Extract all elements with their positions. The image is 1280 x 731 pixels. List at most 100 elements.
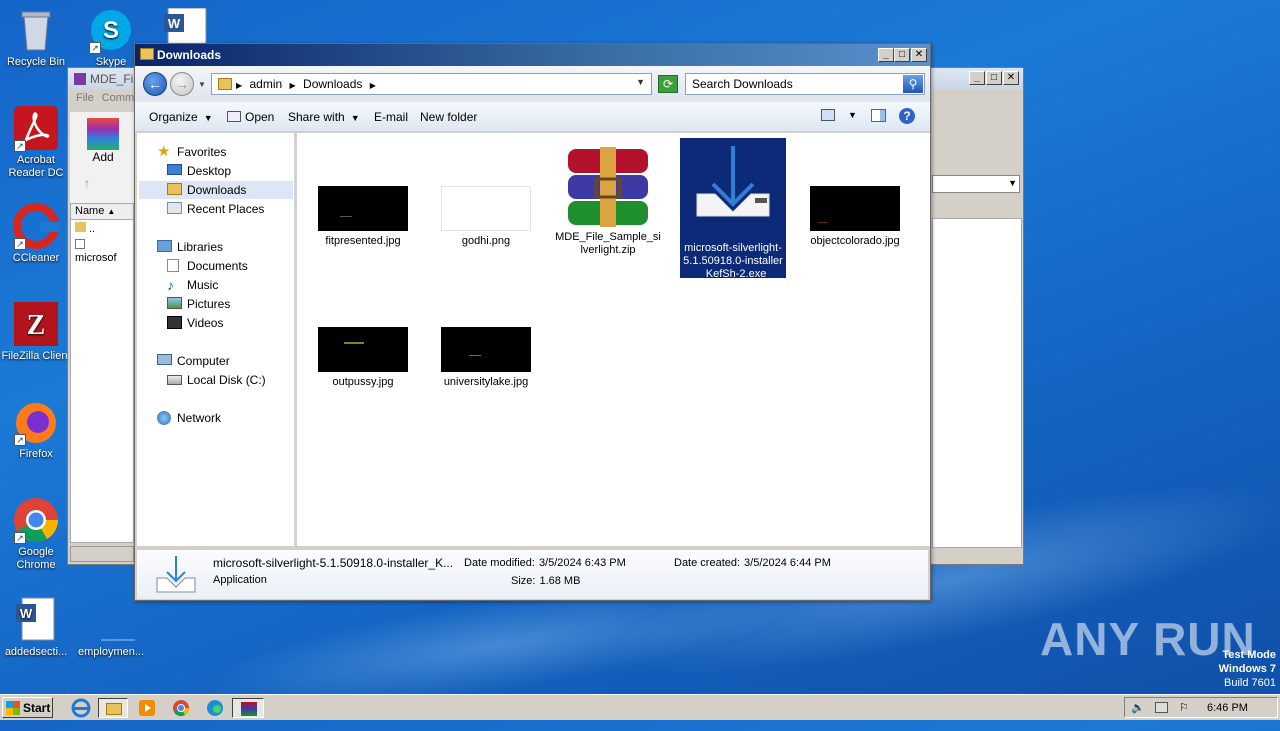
new-folder-button[interactable]: New folder xyxy=(420,110,477,124)
minimize-button[interactable]: _ xyxy=(969,71,985,85)
maximize-button[interactable]: □ xyxy=(894,48,910,62)
file-item[interactable]: godhi.png xyxy=(433,186,539,248)
volume-icon[interactable]: 🔈 xyxy=(1131,701,1145,714)
view-options-icon[interactable] xyxy=(821,109,835,124)
preview-pane-icon[interactable] xyxy=(871,109,886,125)
list-item[interactable]: .. xyxy=(71,220,133,237)
breadcrumb-admin[interactable]: admin xyxy=(250,77,283,91)
chrome-icon: ↗ xyxy=(12,496,60,544)
watermark-line: Test Mode xyxy=(1222,649,1276,661)
winrar-file-list[interactable]: Name ▲ .. microsof xyxy=(70,203,134,543)
address-bar[interactable]: ▶ admin ▶ Downloads ▶ ▼ xyxy=(211,73,652,95)
breadcrumb-separator-icon[interactable]: ▶ xyxy=(236,81,242,90)
organize-button[interactable]: Organize ▼ xyxy=(149,110,213,124)
file-item[interactable]: universitylake.jpg xyxy=(433,327,539,389)
nav-pictures[interactable]: Pictures xyxy=(167,295,230,313)
nav-videos[interactable]: Videos xyxy=(167,314,223,332)
file-name: objectcolorado.jpg xyxy=(810,235,900,247)
start-button[interactable]: Start xyxy=(2,697,53,718)
desktop-icon-filezilla[interactable]: Z FileZilla Client xyxy=(0,300,72,363)
desktop-icon-acrobat[interactable]: ↗ Acrobat Reader DC xyxy=(0,104,72,180)
taskbar: Start 🔈 ⚐ 6:46 PM xyxy=(0,694,1280,720)
network-tray-icon[interactable] xyxy=(1155,702,1168,713)
desktop-icon-addedsection[interactable]: W addedsecti... xyxy=(0,596,72,659)
word-doc-icon[interactable]: W xyxy=(164,7,208,45)
add-button-label[interactable]: Add xyxy=(70,150,136,164)
view-dropdown-icon[interactable]: ▼ xyxy=(848,110,857,120)
search-icon[interactable]: ⚲ xyxy=(903,75,923,93)
nav-network[interactable]: Network xyxy=(157,409,221,427)
close-button[interactable]: ✕ xyxy=(1003,71,1019,85)
desktop-icon-recycle-bin[interactable]: Recycle Bin xyxy=(0,6,72,69)
breadcrumb-downloads[interactable]: Downloads xyxy=(303,77,362,91)
file-item[interactable]: outpussy.jpg xyxy=(310,327,416,389)
file-name: fitpresented.jpg xyxy=(325,235,401,247)
nav-local-disk[interactable]: Local Disk (C:) xyxy=(167,371,266,389)
nav-downloads[interactable]: Downloads xyxy=(139,181,293,199)
nav-libraries[interactable]: Libraries xyxy=(157,238,223,256)
nav-favorites[interactable]: ★ Favorites xyxy=(157,143,226,161)
clock[interactable]: 6:46 PM xyxy=(1207,702,1248,714)
refresh-button[interactable]: ⟳ xyxy=(658,75,678,93)
add-archive-icon[interactable] xyxy=(87,118,119,150)
forward-button[interactable]: → xyxy=(170,72,194,96)
nav-computer[interactable]: Computer xyxy=(157,352,230,370)
breadcrumb-separator-icon[interactable]: ▶ xyxy=(370,81,376,90)
address-dropdown-icon[interactable]: ▼ xyxy=(636,77,645,87)
winrar-path-combo[interactable]: ▼ xyxy=(932,175,1020,193)
file-name: godhi.png xyxy=(461,235,511,247)
action-center-flag-icon[interactable]: ⚐ xyxy=(1179,701,1189,714)
list-item[interactable]: microsof xyxy=(71,237,133,266)
details-file-name: microsoft-silverlight-5.1.50918.0-instal… xyxy=(213,556,454,570)
explorer-window[interactable]: Downloads _ □ ✕ ← → ▼ ▶ admin ▶ Download… xyxy=(134,43,931,601)
folder-up-icon xyxy=(75,222,86,232)
winrar-right-pane xyxy=(932,218,1022,548)
image-thumbnail-icon xyxy=(441,186,531,231)
file-item[interactable]: MDE_File_Sample_silverlight.zip xyxy=(555,147,661,257)
maximize-button[interactable]: □ xyxy=(986,71,1002,85)
nav-recent-places[interactable]: Recent Places xyxy=(167,200,264,218)
desktop-icon-chrome[interactable]: ↗ Google Chrome xyxy=(0,496,72,572)
acrobat-icon: ↗ xyxy=(12,104,60,152)
email-button[interactable]: E-mail xyxy=(374,110,408,124)
hard-drive-icon xyxy=(167,375,182,385)
back-button[interactable]: ← xyxy=(143,72,167,96)
history-dropdown-icon[interactable]: ▼ xyxy=(198,80,206,89)
breadcrumb-separator-icon[interactable]: ▶ xyxy=(290,81,296,90)
search-input[interactable]: Search Downloads ⚲ xyxy=(685,73,925,95)
file-item[interactable]: fitpresented.jpg xyxy=(310,186,416,248)
nav-desktop[interactable]: Desktop xyxy=(167,162,231,180)
desktop-icon-employment[interactable]: employmen... xyxy=(75,596,147,659)
menu-file[interactable]: File xyxy=(76,92,94,104)
winrar-title: MDE_Fil xyxy=(90,72,137,86)
column-header-name[interactable]: Name ▲ xyxy=(71,204,133,220)
help-icon[interactable]: ? xyxy=(899,108,915,124)
desktop-icon-ccleaner[interactable]: ↗ CCleaner xyxy=(0,202,72,265)
pictures-icon xyxy=(167,297,182,309)
desktop-icon-label: Acrobat Reader DC xyxy=(8,154,64,179)
ie-icon[interactable] xyxy=(70,698,92,718)
file-item-selected[interactable]: microsoft-silverlight-5.1.50918.0-instal… xyxy=(680,138,786,280)
recent-places-icon xyxy=(167,202,182,214)
chrome-icon[interactable] xyxy=(170,698,192,718)
file-item[interactable]: objectcolorado.jpg xyxy=(802,186,908,248)
file-list[interactable]: fitpresented.jpg godhi.png MDE_File_Samp… xyxy=(297,133,930,546)
svg-text:W: W xyxy=(168,16,181,31)
installer-download-icon xyxy=(683,142,783,238)
explorer-taskbar-button[interactable] xyxy=(98,698,128,718)
edge-icon[interactable] xyxy=(204,698,226,718)
nav-documents[interactable]: Documents xyxy=(167,257,248,275)
nav-music[interactable]: ♪ Music xyxy=(167,276,218,294)
desktop-icon-firefox[interactable]: ↗ Firefox xyxy=(0,398,72,461)
media-player-icon[interactable] xyxy=(136,698,158,718)
share-with-button[interactable]: Share with ▼ xyxy=(288,110,360,124)
up-arrow-icon[interactable]: ↑ xyxy=(84,176,136,190)
minimize-button[interactable]: _ xyxy=(878,48,894,62)
open-button[interactable]: Open xyxy=(227,110,274,124)
menu-commands[interactable]: Comm xyxy=(102,92,134,104)
file-icon xyxy=(75,239,85,249)
close-button[interactable]: ✕ xyxy=(911,48,927,62)
file-name: outpussy.jpg xyxy=(332,376,394,388)
winrar-taskbar-button[interactable] xyxy=(232,698,264,718)
explorer-titlebar[interactable]: Downloads _ □ ✕ xyxy=(135,44,930,66)
